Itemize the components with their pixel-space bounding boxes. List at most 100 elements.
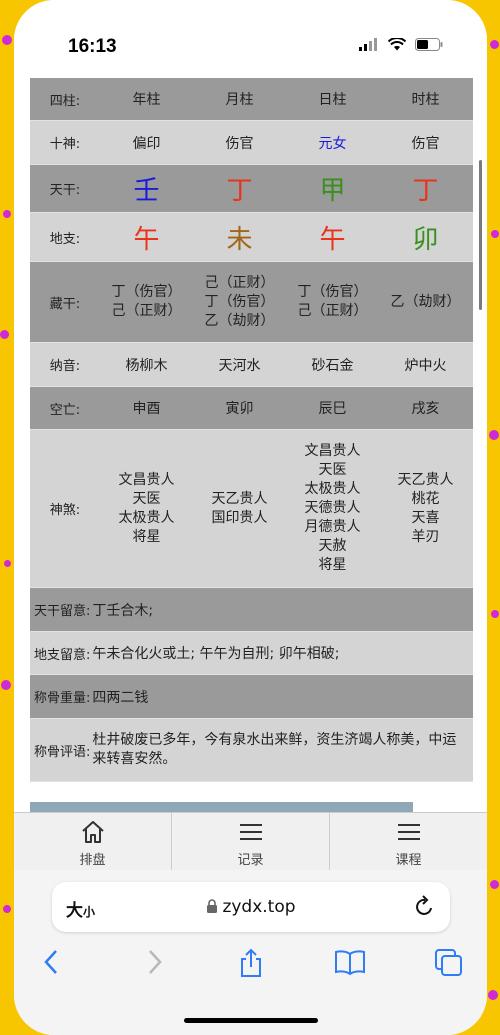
chenggu-comment-value: 杜井破废已多年，今有泉水出来鲜，资生济竭人称美，中运来转喜安然。	[92, 732, 457, 767]
shensha-row: 神煞: 文昌贵人 天医 太极贵人 将星 天乙贵人 国印贵人 文昌贵人 天医 太极…	[30, 430, 473, 588]
bookmarks-icon[interactable]	[334, 948, 366, 976]
dizhi-liuyi-row: 地支留意: 午未合化火或土; 午午为自刑; 卯午相破;	[30, 632, 473, 675]
day-pillar-header: 日柱	[318, 92, 347, 108]
address-bar[interactable]: 大小 zydx.top	[52, 882, 450, 932]
back-icon[interactable]	[42, 948, 62, 976]
battery-icon	[415, 38, 443, 51]
forward-icon[interactable]	[144, 948, 164, 976]
tab-paipan[interactable]: 排盘	[14, 813, 172, 871]
row-label: 称骨重量:	[34, 691, 91, 706]
chenggu-weight-value: 四两二钱	[92, 689, 149, 706]
page-scrollbar[interactable]	[479, 160, 482, 310]
home-icon	[81, 821, 104, 843]
nayin-hour: 炉中火	[404, 357, 447, 374]
shensha-item: 天德贵人	[304, 500, 361, 516]
background-dot	[1, 680, 11, 690]
year-pillar-header: 年柱	[132, 92, 161, 108]
row-label: 十神:	[49, 137, 81, 152]
nayin-month: 天河水	[218, 357, 261, 374]
dizhi-hour: 卯	[412, 224, 439, 255]
background-dot	[3, 905, 11, 913]
tab-label: 课程	[395, 853, 422, 868]
browser-toolbar	[14, 948, 487, 988]
background-dot	[2, 35, 12, 45]
tiangan-year: 壬	[133, 176, 160, 206]
nayin-year: 杨柳木	[125, 357, 168, 374]
row-label: 神煞:	[49, 503, 81, 518]
content-image-strip	[30, 802, 413, 812]
browser-chrome: 大小 zydx.top	[14, 870, 487, 1035]
shishen-row: 十神: 偏印 伤官 元女 伤官	[30, 121, 473, 165]
shishen-year: 偏印	[132, 135, 161, 152]
shensha-day: 文昌贵人 天医 太极贵人 天德贵人 月德贵人 天赦 将星	[286, 442, 379, 575]
row-label: 四柱:	[49, 93, 81, 109]
tiangan-liuyi-row: 天干留意: 丁壬合木;	[30, 588, 473, 632]
tiangan-liuyi-value: 丁壬合木;	[92, 602, 154, 619]
url-display[interactable]: zydx.top	[52, 897, 450, 917]
phone-screen: 16:13 四柱: 年柱 月柱 日柱 时柱 十神: 偏印 伤官 元女 伤官 天干…	[14, 0, 487, 1035]
dizhi-month: 未	[226, 224, 253, 255]
background-dot	[0, 330, 9, 339]
row-label: 天干留意:	[34, 604, 91, 619]
row-label: 天干:	[49, 183, 81, 198]
share-icon[interactable]	[238, 948, 264, 978]
background-dot	[4, 560, 11, 567]
dizhi-row: 地支: 午 未 午 卯	[30, 213, 473, 262]
kongwang-row: 空亡: 申酉 寅卯 辰巳 戌亥	[30, 387, 473, 430]
bazi-table: 四柱: 年柱 月柱 日柱 时柱 十神: 偏印 伤官 元女 伤官 天干: 壬 丁 …	[30, 78, 473, 782]
canggan-hour: 乙（劫财）	[379, 293, 472, 312]
tiangan-day: 甲	[319, 176, 346, 206]
canggan-month: 己（正财） 丁（伤官） 乙（劫财）	[193, 274, 286, 331]
row-label: 藏干:	[49, 296, 81, 312]
background-dot	[490, 40, 499, 49]
background-dot	[488, 990, 498, 1000]
background-dot	[3, 210, 11, 218]
row-label: 称骨评语:	[34, 744, 91, 760]
shishen-month: 伤官	[225, 135, 254, 152]
tiangan-month: 丁	[226, 176, 253, 206]
dizhi-liuyi-value: 午未合化火或土; 午午为自刑; 卯午相破;	[92, 646, 340, 662]
lock-icon	[207, 899, 218, 913]
tab-bar: 排盘 记录 课程	[14, 812, 487, 871]
tab-kecheng[interactable]: 课程	[330, 813, 487, 871]
canggan-row: 藏干: 丁（伤官） 己（正财） 己（正财） 丁（伤官） 乙（劫财） 丁（伤官） …	[30, 262, 473, 343]
shensha-item: 文昌贵人	[304, 443, 361, 459]
shensha-item: 天医	[132, 490, 161, 507]
dizhi-day: 午	[319, 224, 346, 255]
home-indicator	[184, 1018, 318, 1023]
tabs-icon[interactable]	[434, 948, 464, 978]
shensha-item: 羊刃	[411, 528, 440, 545]
canggan-item: 丁（伤官）	[204, 293, 275, 310]
shensha-item: 月德贵人	[304, 519, 361, 535]
tab-jilu[interactable]: 记录	[172, 813, 330, 871]
dizhi-year: 午	[133, 224, 160, 255]
reload-icon[interactable]	[414, 894, 436, 918]
shensha-item: 天喜	[411, 509, 440, 526]
canggan-year: 丁（伤官） 己（正财）	[100, 283, 193, 321]
kongwang-year: 申酉	[132, 401, 161, 417]
status-time: 16:13	[68, 36, 117, 57]
canggan-item: 乙（劫财）	[204, 312, 275, 329]
canggan-item: 丁（伤官）	[297, 284, 368, 300]
row-label: 地支:	[49, 231, 81, 247]
shensha-hour: 天乙贵人 桃花 天喜 羊刃	[379, 471, 472, 547]
canggan-item: 乙（劫财）	[390, 293, 461, 310]
tiangan-row: 天干: 壬 丁 甲 丁	[30, 165, 473, 213]
shensha-year: 文昌贵人 天医 太极贵人 将星	[100, 471, 193, 547]
row-label: 空亡:	[49, 402, 81, 418]
shensha-item: 文昌贵人	[118, 471, 175, 488]
pillars-header-row: 四柱: 年柱 月柱 日柱 时柱	[30, 78, 473, 121]
hour-pillar-header: 时柱	[411, 92, 440, 108]
tiangan-hour: 丁	[412, 176, 439, 206]
background-dot	[491, 610, 499, 618]
tab-label: 排盘	[79, 853, 106, 868]
shishen-day: 元女	[318, 135, 347, 152]
row-label: 纳音:	[49, 359, 81, 374]
background-dot	[489, 430, 499, 440]
row-label: 地支留意:	[34, 647, 91, 663]
shensha-item: 将星	[132, 528, 161, 545]
url-text: zydx.top	[222, 897, 296, 917]
shensha-month: 天乙贵人 国印贵人	[193, 490, 286, 528]
kongwang-day: 辰巳	[318, 401, 347, 417]
shensha-item: 太极贵人	[118, 509, 175, 526]
